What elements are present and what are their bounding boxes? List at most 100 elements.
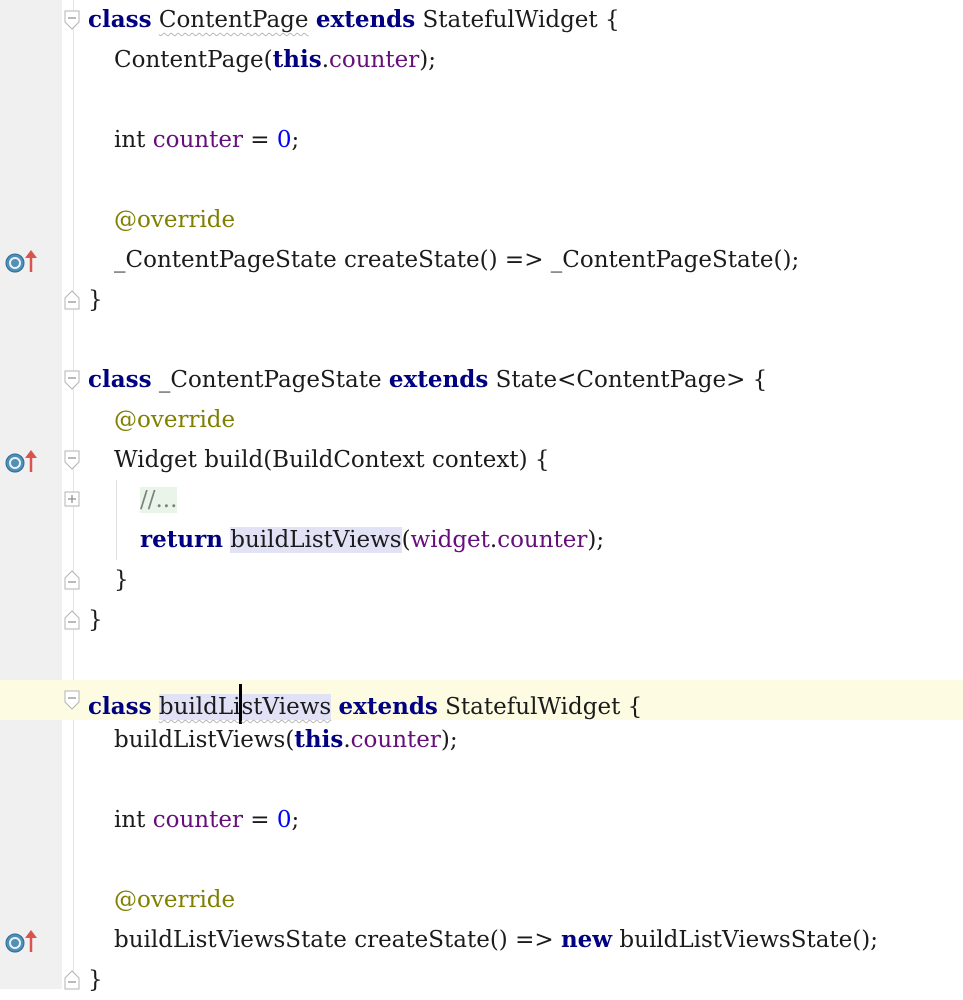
code-token: class xyxy=(88,6,152,33)
code-line[interactable]: class _ContentPageState extends State<Co… xyxy=(0,360,963,400)
code-line[interactable]: @override xyxy=(0,880,963,920)
code-line[interactable]: int counter = 0; xyxy=(0,800,963,840)
code-token: build( xyxy=(196,447,273,473)
code-token: counter xyxy=(350,727,441,753)
code-line[interactable]: @override xyxy=(0,400,963,440)
fold-toggle-icon[interactable] xyxy=(64,570,80,590)
code-token: buildListViews xyxy=(114,727,286,753)
code-text: Widget build(BuildContext context) { xyxy=(114,444,550,476)
fold-toggle-icon[interactable] xyxy=(64,690,80,710)
code-token: ); xyxy=(419,47,436,73)
code-token: . xyxy=(343,727,351,753)
code-text: int counter = 0; xyxy=(114,804,299,836)
code-line[interactable]: Widget build(BuildContext context) { xyxy=(0,440,963,480)
code-token: ContentPage xyxy=(114,47,264,73)
code-line[interactable]: return buildListViews(widget.counter); xyxy=(0,520,963,560)
code-token: = xyxy=(242,127,277,153)
code-token: ); xyxy=(587,527,605,553)
code-token: StatefulWidget xyxy=(445,694,621,720)
code-token: { xyxy=(597,7,620,33)
code-line[interactable]: } xyxy=(0,560,963,600)
code-text: return buildListViews(widget.counter); xyxy=(140,524,604,556)
code-text: } xyxy=(114,564,129,596)
override-method-icon[interactable] xyxy=(4,448,38,474)
code-token: extends xyxy=(338,693,438,720)
code-text: @override xyxy=(114,204,235,236)
fold-toggle-icon[interactable] xyxy=(64,10,80,30)
code-text: buildListViews(this.counter); xyxy=(114,724,458,756)
code-token: this xyxy=(294,726,344,753)
text-caret xyxy=(239,684,243,724)
code-token: = xyxy=(242,807,277,833)
fold-toggle-icon[interactable] xyxy=(64,610,80,630)
code-text: @override xyxy=(114,884,235,916)
fold-toggle-icon[interactable] xyxy=(64,450,80,470)
code-token: createState xyxy=(354,927,490,953)
code-text: _ContentPageState createState() => _Cont… xyxy=(114,244,799,276)
code-token: buildListViewsState xyxy=(114,927,347,953)
fold-toggle-icon[interactable] xyxy=(64,290,80,310)
fold-toggle-icon[interactable] xyxy=(64,490,80,510)
code-line[interactable]: buildListViewsState createState() => new… xyxy=(0,920,963,960)
code-line[interactable]: } xyxy=(0,960,963,1000)
code-text: class buildListViews extends StatefulWid… xyxy=(88,684,642,724)
code-token: widget xyxy=(410,527,490,553)
code-token: @override xyxy=(114,207,236,233)
override-method-icon[interactable] xyxy=(4,928,38,954)
code-line[interactable]: } xyxy=(0,600,963,640)
code-token: 0 xyxy=(276,127,292,153)
code-token: } xyxy=(114,567,129,593)
code-line[interactable]: //... xyxy=(0,480,963,520)
code-token: extends xyxy=(315,6,416,33)
code-token: buildListViews xyxy=(230,527,402,553)
code-token: ( xyxy=(263,47,273,73)
code-token: } xyxy=(88,607,103,633)
code-line[interactable]: } xyxy=(0,280,963,320)
code-token: StatefulWidget xyxy=(422,7,598,33)
code-line[interactable]: ContentPage(this.counter); xyxy=(0,40,963,80)
code-line[interactable]: buildListViews(this.counter); xyxy=(0,720,963,760)
code-token: BuildContext xyxy=(272,447,425,473)
code-token: class xyxy=(88,366,152,393)
indent-guide xyxy=(116,480,117,520)
code-token: context) { xyxy=(424,447,550,473)
code-line[interactable]: @override xyxy=(0,200,963,240)
code-token: ); xyxy=(440,727,458,753)
code-token: createState xyxy=(344,247,480,273)
code-text: } xyxy=(88,604,103,636)
code-token: int xyxy=(114,127,146,153)
override-method-icon[interactable] xyxy=(4,248,38,274)
code-token: //... xyxy=(140,487,178,513)
code-token: Widget xyxy=(114,447,197,473)
code-text: class _ContentPageState extends State<Co… xyxy=(88,364,767,396)
code-token: 0 xyxy=(276,807,292,833)
code-token: @override xyxy=(114,887,236,913)
code-token: _ContentPageState xyxy=(550,247,774,273)
code-line[interactable]: class ContentPage extends StatefulWidget… xyxy=(0,0,963,40)
code-token: buildListViewsState xyxy=(619,927,853,953)
fold-toggle-icon[interactable] xyxy=(64,970,80,990)
code-text: int counter = 0; xyxy=(114,124,299,156)
code-line[interactable]: int counter = 0; xyxy=(0,120,963,160)
code-token: counter xyxy=(497,527,588,553)
indent-guide xyxy=(116,520,117,560)
code-line[interactable]: _ContentPageState createState() => _Cont… xyxy=(0,240,963,280)
code-token: () => xyxy=(479,247,551,273)
code-token: ContentPage xyxy=(158,7,309,33)
code-text: } xyxy=(88,964,103,996)
fold-toggle-icon[interactable] xyxy=(64,370,80,390)
code-token: (); xyxy=(852,927,878,953)
code-editor[interactable]: class ContentPage extends StatefulWidget… xyxy=(0,0,963,993)
code-token: { xyxy=(745,367,768,393)
code-line[interactable]: class buildListViews extends StatefulWid… xyxy=(0,680,963,724)
